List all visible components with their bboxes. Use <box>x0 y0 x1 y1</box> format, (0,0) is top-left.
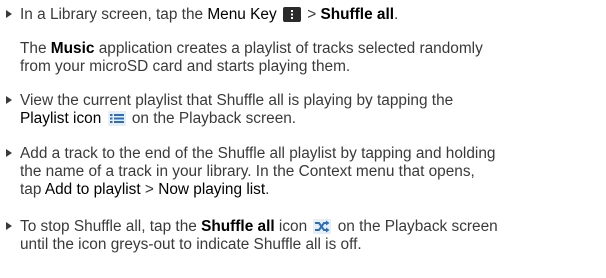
playlist-icon <box>107 111 126 126</box>
bullet-shuffle-all: In a Library screen, tap the Menu Key > … <box>6 6 602 24</box>
text-segment: To stop Shuffle all, tap the <box>20 218 202 235</box>
text-segment: The <box>20 40 51 57</box>
bullet-text: In a Library screen, tap the Menu Key > … <box>6 6 602 24</box>
shuffle-all-label: Shuffle all <box>320 6 395 23</box>
bullet-arrow-icon <box>6 222 12 230</box>
text-segment: on the Playback screen. <box>127 110 297 127</box>
text-segment: . <box>394 6 399 23</box>
shuffle-icon <box>313 219 332 234</box>
bullet-arrow-icon <box>6 96 12 104</box>
text-segment: icon <box>274 218 312 235</box>
playlist-icon-label: Playlist icon <box>20 110 102 127</box>
text-segment: tap <box>20 181 45 198</box>
text-segment: on the Playback screen <box>333 218 498 235</box>
music-app-label: Music <box>50 40 95 57</box>
text-segment: . <box>265 181 270 198</box>
text-segment: from your microSD card and starts playin… <box>20 58 351 75</box>
bullet-add-track: Add a track to the end of the Shuffle al… <box>6 145 602 199</box>
bullet-arrow-icon <box>6 10 12 18</box>
add-to-playlist-label: Add to playlist <box>44 181 141 198</box>
text-segment: the name of a track in your library. In … <box>20 163 475 180</box>
bullet-text: Add a track to the end of the Shuffle al… <box>6 145 602 199</box>
text-segment: application creates a playlist of tracks… <box>94 40 483 57</box>
menu-key-icon <box>282 7 301 22</box>
text-segment: Add a track to the end of the Shuffle al… <box>20 145 496 162</box>
text-segment: > <box>140 181 159 198</box>
text-segment: > <box>302 6 321 23</box>
text-segment: In a Library screen, tap the <box>20 6 208 23</box>
bullet-stop-shuffle: To stop Shuffle all, tap the Shuffle all… <box>6 218 602 254</box>
shuffle-all-label: Shuffle all <box>201 218 275 235</box>
bullet-text: To stop Shuffle all, tap the Shuffle all… <box>6 218 602 254</box>
now-playing-list-label: Now playing list <box>158 181 266 198</box>
bullet-view-playlist: View the current playlist that Shuffle a… <box>6 92 602 128</box>
text-segment: until the icon greys-out to indicate Shu… <box>20 236 362 253</box>
music-app-note: The Music application creates a playlist… <box>20 40 600 76</box>
bullet-arrow-icon <box>6 149 12 157</box>
bullet-text: View the current playlist that Shuffle a… <box>6 92 602 128</box>
instructions-page: In a Library screen, tap the Menu Key > … <box>0 0 606 278</box>
text-segment: View the current playlist that Shuffle a… <box>20 92 454 109</box>
menu-key-label: Menu Key <box>207 6 277 23</box>
